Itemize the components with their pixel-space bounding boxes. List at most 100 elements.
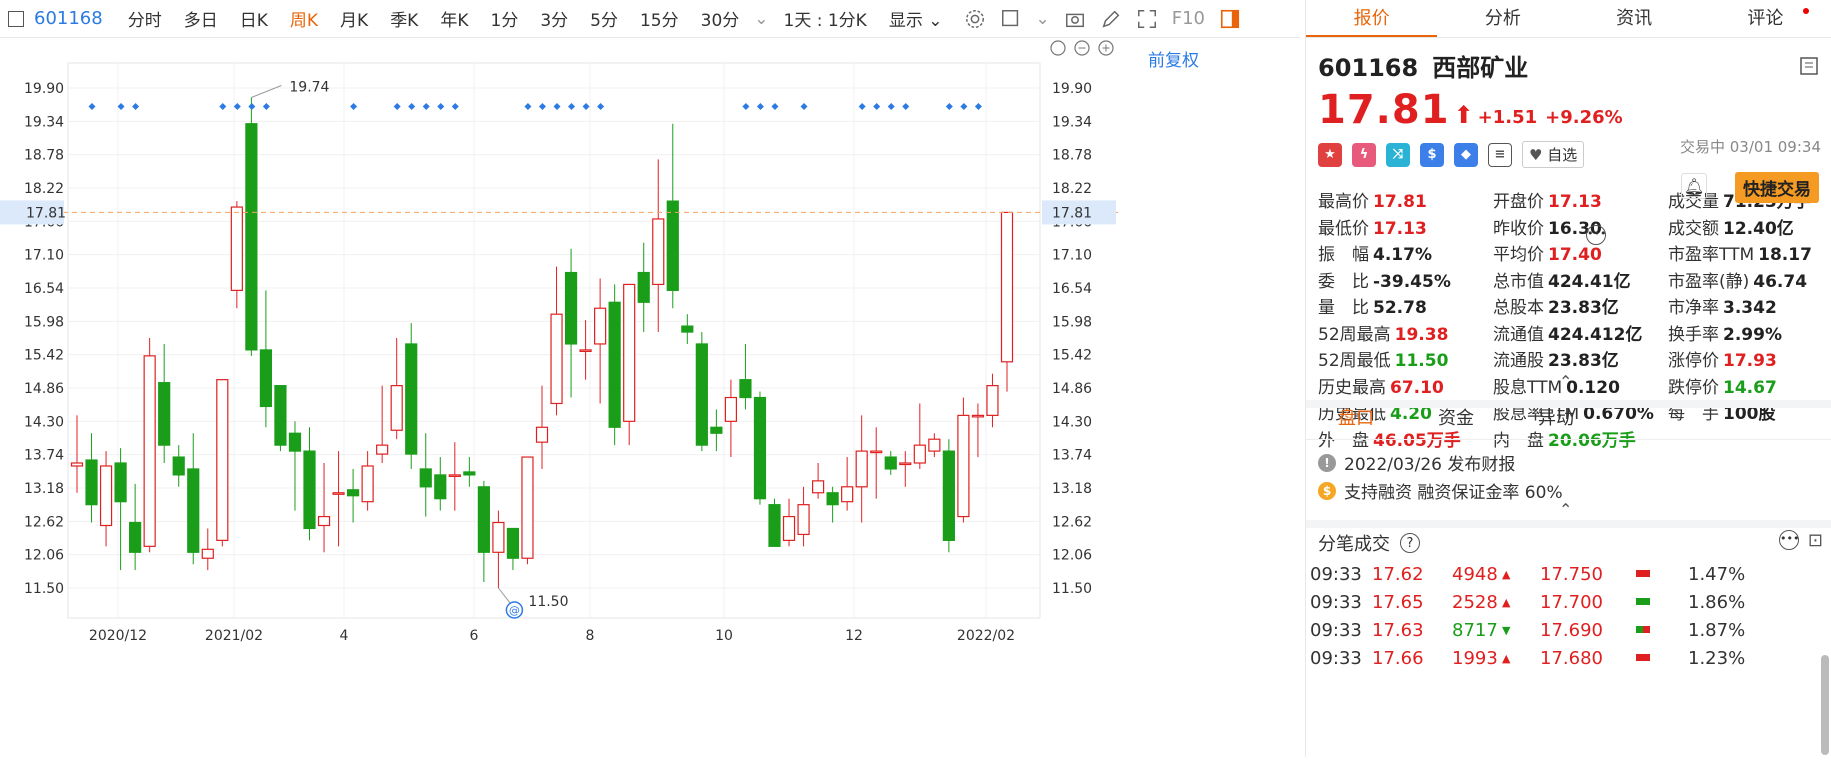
lightning-icon[interactable]: ϟ [1352,142,1376,167]
high-annotation: 19.74 [289,80,329,96]
pencil-icon[interactable] [1100,8,1122,30]
candle-body [114,462,127,503]
price-change-pct: +9.26% [1545,107,1623,128]
quote-tab[interactable]: 报价 [1306,0,1438,37]
quote-tabs: 报价 分析 资讯 评论 [1306,0,1831,38]
candle-body [535,426,549,443]
candle-body [666,200,679,291]
notification-dot [1803,8,1809,14]
quote-field: 成交额 12.40亿 [1668,218,1794,239]
y-tick-label: 18.22 [1052,181,1092,197]
period-tab[interactable]: 1分 [480,6,530,31]
bell-icon[interactable]: 🔔︎ [1681,173,1707,199]
candle-body [477,486,490,553]
collapse-chevron-icon[interactable]: ⌃ [1559,372,1572,391]
help-icon[interactable]: ? [1400,533,1420,553]
y-tick-label: 14.86 [24,381,64,397]
side-panel-icon[interactable] [1219,8,1241,30]
high-leader [251,85,282,98]
event-marker [393,103,401,110]
period-tab[interactable]: 5分 [579,6,629,31]
kline-chart[interactable]: 19.90 19.90 19.34 19.34 18.78 18.78 18.22 18.22… [0,38,1300,757]
quote-field: 市盈率(静) 46.74 [1668,271,1808,292]
period-tab[interactable]: 日K [229,6,279,31]
quote-field: 52周最高 19.38 [1318,324,1449,345]
y-tick-label: 18.22 [24,181,64,197]
period-tab[interactable]: 周K [279,6,329,31]
camera-icon[interactable] [1064,8,1086,30]
tag-icon[interactable]: ◆ [1454,142,1478,167]
f10-button[interactable]: F10 [1172,8,1205,29]
more-icon[interactable]: ••• [1779,530,1799,550]
collapse-icon[interactable]: ⊡ [1808,530,1823,551]
up-triangle-icon: ▲ [1502,567,1511,581]
candle-body [317,515,331,527]
add-watchlist-button[interactable]: ♥ 自选 [1522,141,1585,168]
quote-panel: 报价 分析 资讯 评论 601168 西部矿业 17.81 ⬆ +1.51 +9.26%… [1305,0,1831,757]
event-marker [117,103,125,110]
period-tab[interactable]: 多日 [173,6,229,31]
adjust-label[interactable]: 前复权 [1148,46,1199,71]
candle-body [216,379,229,541]
low-annotation: 11.50 [528,594,568,610]
event-marker [262,103,270,110]
detail-icon[interactable] [1799,56,1819,76]
square-select-icon[interactable] [1000,8,1022,30]
x-tick-label: 2021/02 [205,628,263,644]
scrollbar[interactable] [1821,655,1829,755]
period-tab[interactable]: 30分 [690,6,751,31]
current-price-tag: 17.81 [26,205,66,221]
candle-body [652,218,665,286]
y-tick-label: 18.78 [1052,148,1092,164]
quick-trade-button[interactable]: 快捷交易 [1735,172,1819,203]
settings-icon[interactable] [964,8,986,30]
period-tab[interactable]: 季K [379,6,429,31]
y-tick-label: 19.34 [1052,114,1092,130]
notebook-icon[interactable]: ≡ [1488,142,1512,167]
depth-tab[interactable]: 资金 [1406,398,1506,439]
heart-icon: ♥ [1529,146,1543,164]
current-price-tag: 17.81 [1052,205,1092,221]
interval-select[interactable]: 1天 : 1分K [773,6,878,31]
candle-body [623,283,636,422]
event-marker [248,103,256,110]
notice-earnings[interactable]: ! 2022/03/26 发布财报 [1318,450,1515,475]
event-marker [902,103,910,110]
quote-field: 涨停价 17.93 [1668,351,1777,371]
shuffle-icon[interactable]: ⤨ [1386,142,1410,167]
depth-tab[interactable]: 盘口 [1306,398,1406,439]
chevron-down-icon[interactable]: ⌄ [1036,9,1050,29]
tick-indicator [1636,626,1650,633]
panel-toggle-icon[interactable] [8,10,24,27]
period-tab[interactable]: 月K [329,6,379,31]
quote-tab[interactable]: 评论 [1700,0,1831,37]
candle-body [245,123,258,351]
period-tab[interactable]: 年K [429,6,479,31]
depth-tab[interactable]: 异动 [1506,398,1606,439]
kline-svg[interactable]: 19.90 19.90 19.34 19.34 18.78 18.78 18.22 18.22… [0,38,1300,757]
collapse-chevron-icon[interactable]: ⌃ [1559,500,1572,519]
candle-body [158,382,171,446]
quote-tab[interactable]: 资讯 [1569,0,1700,37]
period-tab[interactable]: 15分 [629,6,690,31]
y-tick-label: 11.50 [24,581,64,597]
notice-margin[interactable]: $ 支持融资 融资保证金率 60% [1318,478,1563,503]
china-flag-icon[interactable]: ★ [1318,142,1342,167]
y-tick-label: 14.30 [24,414,64,430]
candle-body [332,492,345,495]
quote-field: 市盈率TTM 18.17 [1668,245,1812,265]
period-tab[interactable]: 3分 [529,6,579,31]
y-tick-label: 19.90 [24,81,64,97]
more-icon[interactable]: ••• [1586,225,1606,245]
y-tick-label: 19.34 [24,114,64,130]
quote-tab[interactable]: 分析 [1437,0,1568,37]
event-marker [597,103,605,110]
y-tick-label: 17.10 [24,248,64,264]
y-tick-label: 14.86 [1052,381,1092,397]
display-menu[interactable]: 显示 ⌄ [878,6,954,31]
chevron-down-icon[interactable]: ⌄ [754,9,768,29]
fullscreen-icon[interactable] [1136,8,1158,30]
period-tab[interactable]: 分时 [117,6,173,31]
dollar-icon[interactable]: $ [1420,142,1444,167]
candle-body [695,343,708,446]
